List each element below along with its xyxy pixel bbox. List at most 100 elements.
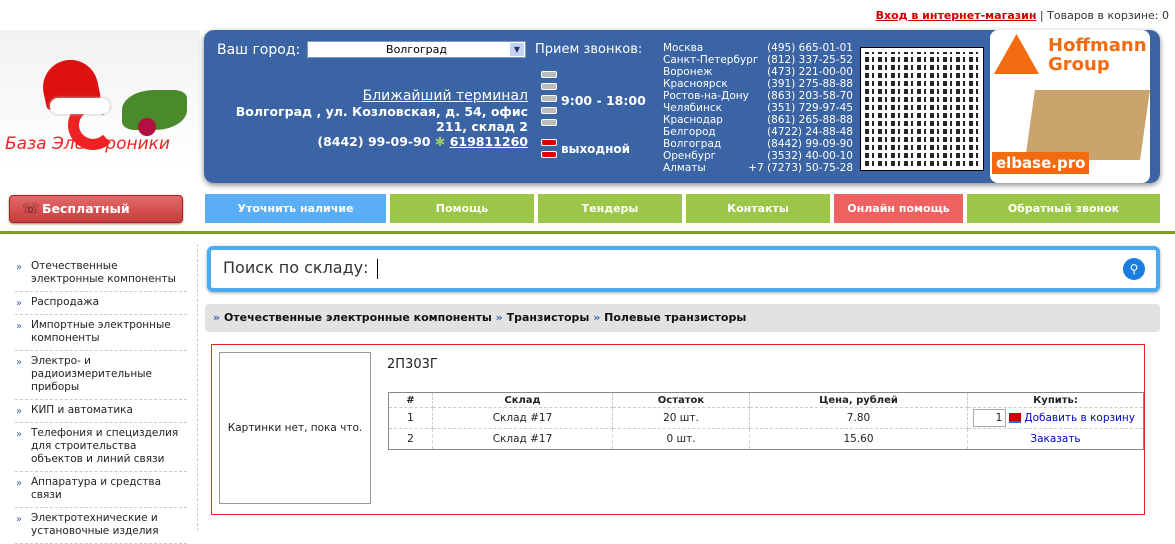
hoffmann-banner[interactable]: Hoffmann Group elbase.pro [990,30,1150,183]
product-card: Картинки нет, пока что. 2П303Г # Склад Ост… [211,344,1145,515]
city-phone-row: Москва (495) 665-01-01 [663,42,853,54]
search-box[interactable]: Поиск по складу: ⚲ [207,246,1160,292]
search-input[interactable] [377,259,378,279]
weekday-bar [541,95,557,102]
cell-n: 2 [388,428,433,450]
sidebar-item[interactable]: Телефония и специзделия для строительств… [15,423,187,472]
cell-n: 1 [388,407,433,429]
city-name: Белгород [663,126,716,138]
city-name: Москва [663,42,704,54]
sidebar-item[interactable]: КИП и автоматика [15,400,187,423]
breadcrumb-link[interactable]: Полевые транзисторы [604,311,746,324]
city-phone-row: Челябинск (351) 729-97-45 [663,102,853,114]
city-name: Воронеж [663,66,713,78]
city-phones: Москва (495) 665-01-01 Санкт-Петербург (812… [663,42,853,174]
weekday-bar [541,83,557,90]
cell-price: 7.80 [749,407,968,429]
product-title: 2П303Г [387,357,438,372]
breadcrumb-separator-icon: » [213,311,224,324]
quantity-input[interactable]: 1 [973,409,1007,427]
order-link[interactable]: Заказать [1030,433,1080,445]
sidebar-item[interactable]: Электротехнические и установочные издели… [15,508,187,544]
cell-buy: Заказать [967,428,1144,450]
search-icon[interactable]: ⚲ [1123,258,1145,280]
nav-button[interactable]: Контакты [686,194,830,223]
city-phone: (812) 337-25-52 [767,54,853,66]
search-label: Поиск по складу: [223,258,369,277]
stock-table: # Склад Остаток Цена, рублей Купить: 1 Склад … [388,392,1144,450]
city-phone-row: Волгоград (8442) 99-09-90 [663,138,853,150]
sidebar-item[interactable]: Распродажа [15,292,187,315]
nav-button[interactable]: Уточнить наличие [205,194,386,223]
city-phone: (861) 265-88-88 [767,114,853,126]
city-phone: (8442) 99-09-90 [767,138,853,150]
add-to-cart-link[interactable]: Добавить в корзину [1024,412,1135,424]
chevron-down-icon: ▼ [510,43,524,56]
city-name: Красноярск [663,78,728,90]
city-phone: (495) 665-01-01 [767,42,853,54]
breadcrumb-link[interactable]: Транзисторы [507,311,590,324]
city-phone-row: Оренбург (3532) 40-00-10 [663,150,853,162]
column-header: Остаток [612,392,750,408]
divider [197,244,198,531]
weekend-bar [541,151,557,158]
city-label: Ваш город: [217,42,301,58]
cell-buy: 1 Добавить в корзину [967,407,1144,429]
table-row: 1 Склад #17 20 шт. 7.80 1 Добавить в корзину [388,407,1144,429]
nav-button[interactable]: Тендеры [538,194,682,223]
cell-price: 15.60 [749,428,968,450]
sidebar-item[interactable]: Отечественные электронные компоненты [15,256,187,292]
cart-count: Товаров в корзине: 0 [1047,9,1169,22]
city-name: Алматы [663,162,706,174]
hoffmann-logo-icon [994,34,1039,74]
work-hours: 9:00 - 18:00 [561,93,646,108]
login-link[interactable]: Вход в интернет-магазин [876,9,1037,22]
logo[interactable]: База Электроники [0,30,200,170]
sidebar-item[interactable]: Электро- и радиоизмерительные приборы [15,351,187,400]
no-image-placeholder: Картинки нет, пока что. [219,352,371,504]
weekday-bar [541,71,557,78]
city-phone: (4722) 24-88-48 [767,126,853,138]
city-name: Волгоград [663,138,722,150]
divider [0,231,1175,234]
column-header: Купить: [967,392,1144,408]
contact-panel: Ваш город: Волгоград ▼ Ближайший терминал… [204,30,1160,183]
breadcrumb-separator-icon: » [495,311,507,324]
qr-code [860,47,984,171]
weekday-bar [541,107,557,114]
city-phone: (473) 221-00-00 [767,66,853,78]
sidebar-item[interactable]: Импортные электронные компоненты [15,315,187,351]
column-header: Склад [432,392,613,408]
phone-icon: ☏ [22,201,40,217]
sidebar-item[interactable]: Аппаратура и средства связи [15,472,187,508]
city-phone: (863) 203-58-70 [767,90,853,102]
cell-stock: 20 шт. [612,407,750,429]
city-phone-row: Краснодар (861) 265-88-88 [663,114,853,126]
city-phone-row: Алматы +7 (7273) 50-75-28 [663,162,853,174]
city-phone-row: Красноярск (391) 275-88-88 [663,78,853,90]
breadcrumb-separator-icon: » [593,311,605,324]
city-phone: +7 (7273) 50-75-28 [748,162,853,174]
nav-button[interactable]: Помощь [390,194,534,223]
city-phone: (351) 729-97-45 [767,102,853,114]
city-name: Оренбург [663,150,717,162]
city-name: Челябинск [663,102,722,114]
city-phone-row: Санкт-Петербург (812) 337-25-52 [663,54,853,66]
free-call-button[interactable]: ☏ Бесплатный звонок [9,195,183,242]
nearest-terminal-link[interactable]: Ближайший терминал [363,88,528,104]
nav-button[interactable]: Онлайн помощь [834,194,963,223]
city-phone: (3532) 40-00-10 [767,150,853,162]
icq-icon: ✱ [434,134,446,149]
icq-link[interactable]: 619811260 [450,134,528,149]
city-phone: (391) 275-88-88 [767,78,853,90]
cell-store: Склад #17 [432,428,613,450]
breadcrumb-link[interactable]: Отечественные электронные компоненты [224,311,492,324]
city-phone-row: Ростов-на-Дону (863) 203-58-70 [663,90,853,102]
cell-stock: 0 шт. [612,428,750,450]
nav-button[interactable]: Обратный звонок [967,194,1160,223]
category-sidebar: Отечественные электронные компонентыРасп… [15,256,187,544]
city-select[interactable]: Волгоград ▼ [307,41,526,58]
cell-store: Склад #17 [432,407,613,429]
city-phone-row: Белгород (4722) 24-88-48 [663,126,853,138]
city-phone-row: Воронеж (473) 221-00-00 [663,66,853,78]
